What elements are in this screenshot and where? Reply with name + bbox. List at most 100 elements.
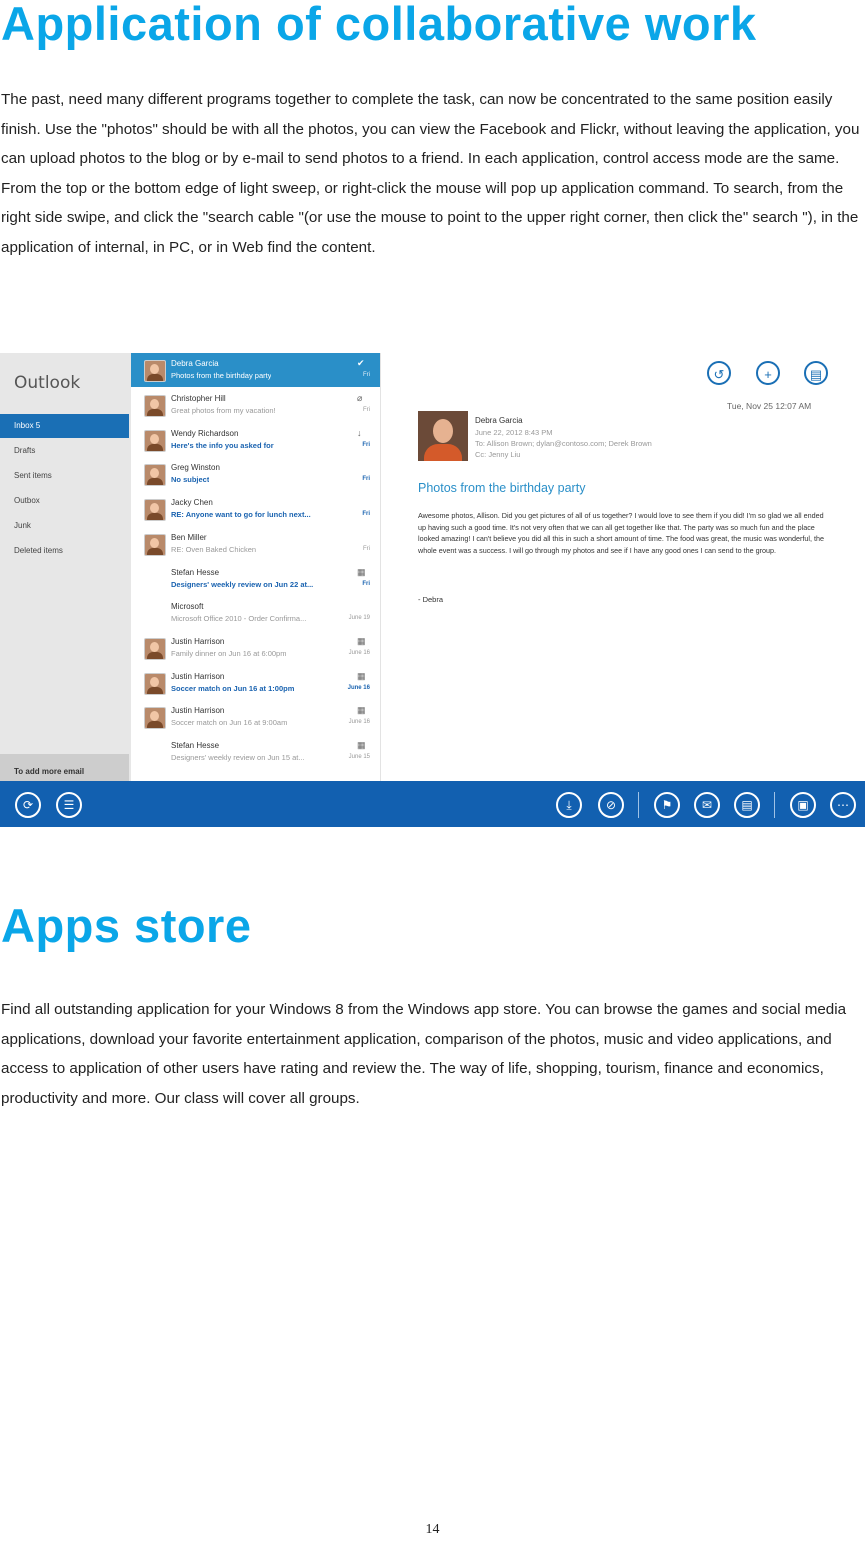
message-date: Fri	[362, 581, 370, 587]
message-sender: Christopher Hill	[171, 394, 226, 403]
recipients-cc: Cc: Jenny Liu	[475, 450, 521, 459]
list-item[interactable]: Debra Garcia Photos from the birthday par…	[131, 353, 380, 387]
message-date: June 16	[348, 719, 370, 725]
move-icon[interactable]: ⤓	[556, 792, 582, 818]
list-item[interactable]: Stefan Hesse Designers' weekly review on …	[131, 562, 380, 596]
outlook-screenshot: Outlook Inbox 5 Drafts Sent items Outbox…	[0, 353, 865, 827]
message-sender: Greg Winston	[171, 463, 220, 472]
list-item[interactable]: Justin Harrison Soccer match on Jun 16 at…	[131, 666, 380, 700]
app-bar: ⟳ ☰ ⤓ ⊘ ⚑ ✉ ▤ ▣ ⋯	[0, 781, 865, 827]
message-subject: Soccer match on Jun 16 at 9:00am	[171, 718, 288, 727]
section-title: Application of collaborative work	[1, 0, 757, 50]
message-subject: Designers' weekly review on Jun 22 at...	[171, 580, 314, 589]
folder-sent-items[interactable]: Sent items	[0, 464, 129, 488]
message-date: Fri	[362, 511, 370, 517]
app-bar-divider	[638, 792, 639, 818]
message-subject: Family dinner on Jun 16 at 6:00pm	[171, 649, 287, 658]
more-icon[interactable]: ⋯	[830, 792, 856, 818]
delete-icon[interactable]: ▤	[734, 792, 760, 818]
message-list: Debra Garcia Photos from the birthday par…	[131, 353, 381, 781]
avatar	[144, 638, 166, 660]
message-sender: Microsoft	[171, 602, 204, 611]
sender-photo	[418, 411, 468, 461]
message-date: Fri	[362, 476, 370, 482]
message-sender: Wendy Richardson	[171, 429, 239, 438]
list-item[interactable]: Greg Winston No subject Fri	[131, 457, 380, 491]
app-bar-divider	[774, 792, 775, 818]
calendar-icon: ▦	[357, 740, 366, 750]
list-item[interactable]: Stefan Hesse Designers' weekly review on …	[131, 735, 380, 769]
message-sender: Jacky Chen	[171, 498, 213, 507]
message-sender: Stefan Hesse	[171, 741, 220, 750]
sync-icon[interactable]: ⟳	[15, 792, 41, 818]
sent-date: June 22, 2012 8:43 PM	[475, 428, 553, 437]
paperclip-icon: ⌀	[357, 393, 363, 403]
folder-junk[interactable]: Junk	[0, 514, 129, 538]
message-date: Fri	[362, 442, 370, 448]
app-title: Outlook	[14, 373, 81, 393]
message-sender: Justin Harrison	[171, 672, 225, 681]
message-subject: Photos from the birthday party	[171, 371, 272, 380]
calendar-icon: ▦	[357, 636, 366, 646]
message-subject: Microsoft Office 2010 - Order Confirma..…	[171, 614, 307, 623]
list-item[interactable]: Microsoft Microsoft Office 2010 - Order C…	[131, 596, 380, 630]
check-icon: ✔	[357, 358, 365, 368]
recipients-to: To: Allison Brown; dylan@contoso.com; De…	[475, 439, 652, 448]
flag-icon[interactable]: ⚑	[654, 792, 680, 818]
avatar	[144, 395, 166, 417]
folder-outbox[interactable]: Outbox	[0, 489, 129, 513]
calendar-icon: ▦	[357, 671, 366, 681]
message-subject: Great photos from my vacation!	[171, 406, 276, 415]
message-subject: No subject	[171, 475, 210, 484]
message-sender: Debra Garcia	[171, 359, 219, 368]
list-item[interactable]: Wendy Richardson Here's the info you aske…	[131, 423, 380, 457]
message-subject: Designers' weekly review on Jun 15 at...	[171, 753, 305, 762]
page-number: 14	[425, 1522, 440, 1537]
message-date: Fri	[363, 407, 370, 413]
folder-drafts[interactable]: Drafts	[0, 439, 129, 463]
folder-pane: Outlook Inbox 5 Drafts Sent items Outbox…	[0, 353, 132, 781]
message-date: June 15	[348, 754, 370, 760]
section-paragraph: Find all outstanding application for you…	[1, 1001, 847, 1107]
reply-icon[interactable]: ↺	[707, 361, 731, 385]
delete-icon[interactable]: ▤	[804, 361, 828, 385]
avatar	[144, 534, 166, 556]
save-icon[interactable]: ▣	[790, 792, 816, 818]
message-sender: Stefan Hesse	[171, 568, 220, 577]
message-sender: Justin Harrison	[171, 706, 225, 715]
list-item[interactable]: Justin Harrison Soccer match on Jun 16 at…	[131, 700, 380, 734]
message-date: June 16	[347, 685, 370, 691]
message-subject: RE: Anyone want to go for lunch next...	[171, 510, 311, 519]
calendar-icon: ▦	[357, 567, 366, 577]
folder-inbox[interactable]: Inbox 5	[0, 414, 129, 438]
list-item[interactable]: Ben Miller RE: Oven Baked Chicken Fri	[131, 527, 380, 561]
message-subject: Photos from the birthday party	[418, 481, 586, 495]
add-account-link[interactable]: To add more email	[0, 754, 129, 781]
list-item[interactable]: Justin Harrison Family dinner on Jun 16 a…	[131, 631, 380, 665]
message-body: Awesome photos, Allison. Did you get pic…	[418, 511, 824, 555]
message-subject: Soccer match on Jun 16 at 1:00pm	[171, 684, 295, 693]
mark-unread-icon[interactable]: ✉	[694, 792, 720, 818]
new-mail-icon[interactable]: +	[756, 361, 780, 385]
list-item[interactable]: Jacky Chen RE: Anyone want to go for lunc…	[131, 492, 380, 526]
section-paragraph: The past, need many different programs t…	[1, 91, 860, 256]
avatar	[144, 464, 166, 486]
calendar-icon: ▦	[357, 705, 366, 715]
list-item[interactable]: Christopher Hill Great photos from my vac…	[131, 388, 380, 422]
folder-deleted-items[interactable]: Deleted items	[0, 539, 129, 563]
select-icon[interactable]: ☰	[56, 792, 82, 818]
section-title: Apps store	[1, 899, 252, 952]
avatar	[144, 430, 166, 452]
current-datetime: Tue, Nov 25 12:07 AM	[727, 401, 812, 411]
message-signature: - Debra	[418, 595, 444, 604]
junk-icon[interactable]: ⊘	[598, 792, 624, 818]
message-date: June 19	[348, 615, 370, 621]
low-importance-icon: ↓	[357, 428, 362, 438]
sender-name: Debra Garcia	[475, 416, 523, 425]
avatar	[144, 707, 166, 729]
message-sender: Justin Harrison	[171, 637, 225, 646]
message-subject: RE: Oven Baked Chicken	[171, 545, 257, 554]
avatar	[144, 673, 166, 695]
message-date: June 16	[348, 650, 370, 656]
message-date: Fri	[363, 372, 370, 378]
